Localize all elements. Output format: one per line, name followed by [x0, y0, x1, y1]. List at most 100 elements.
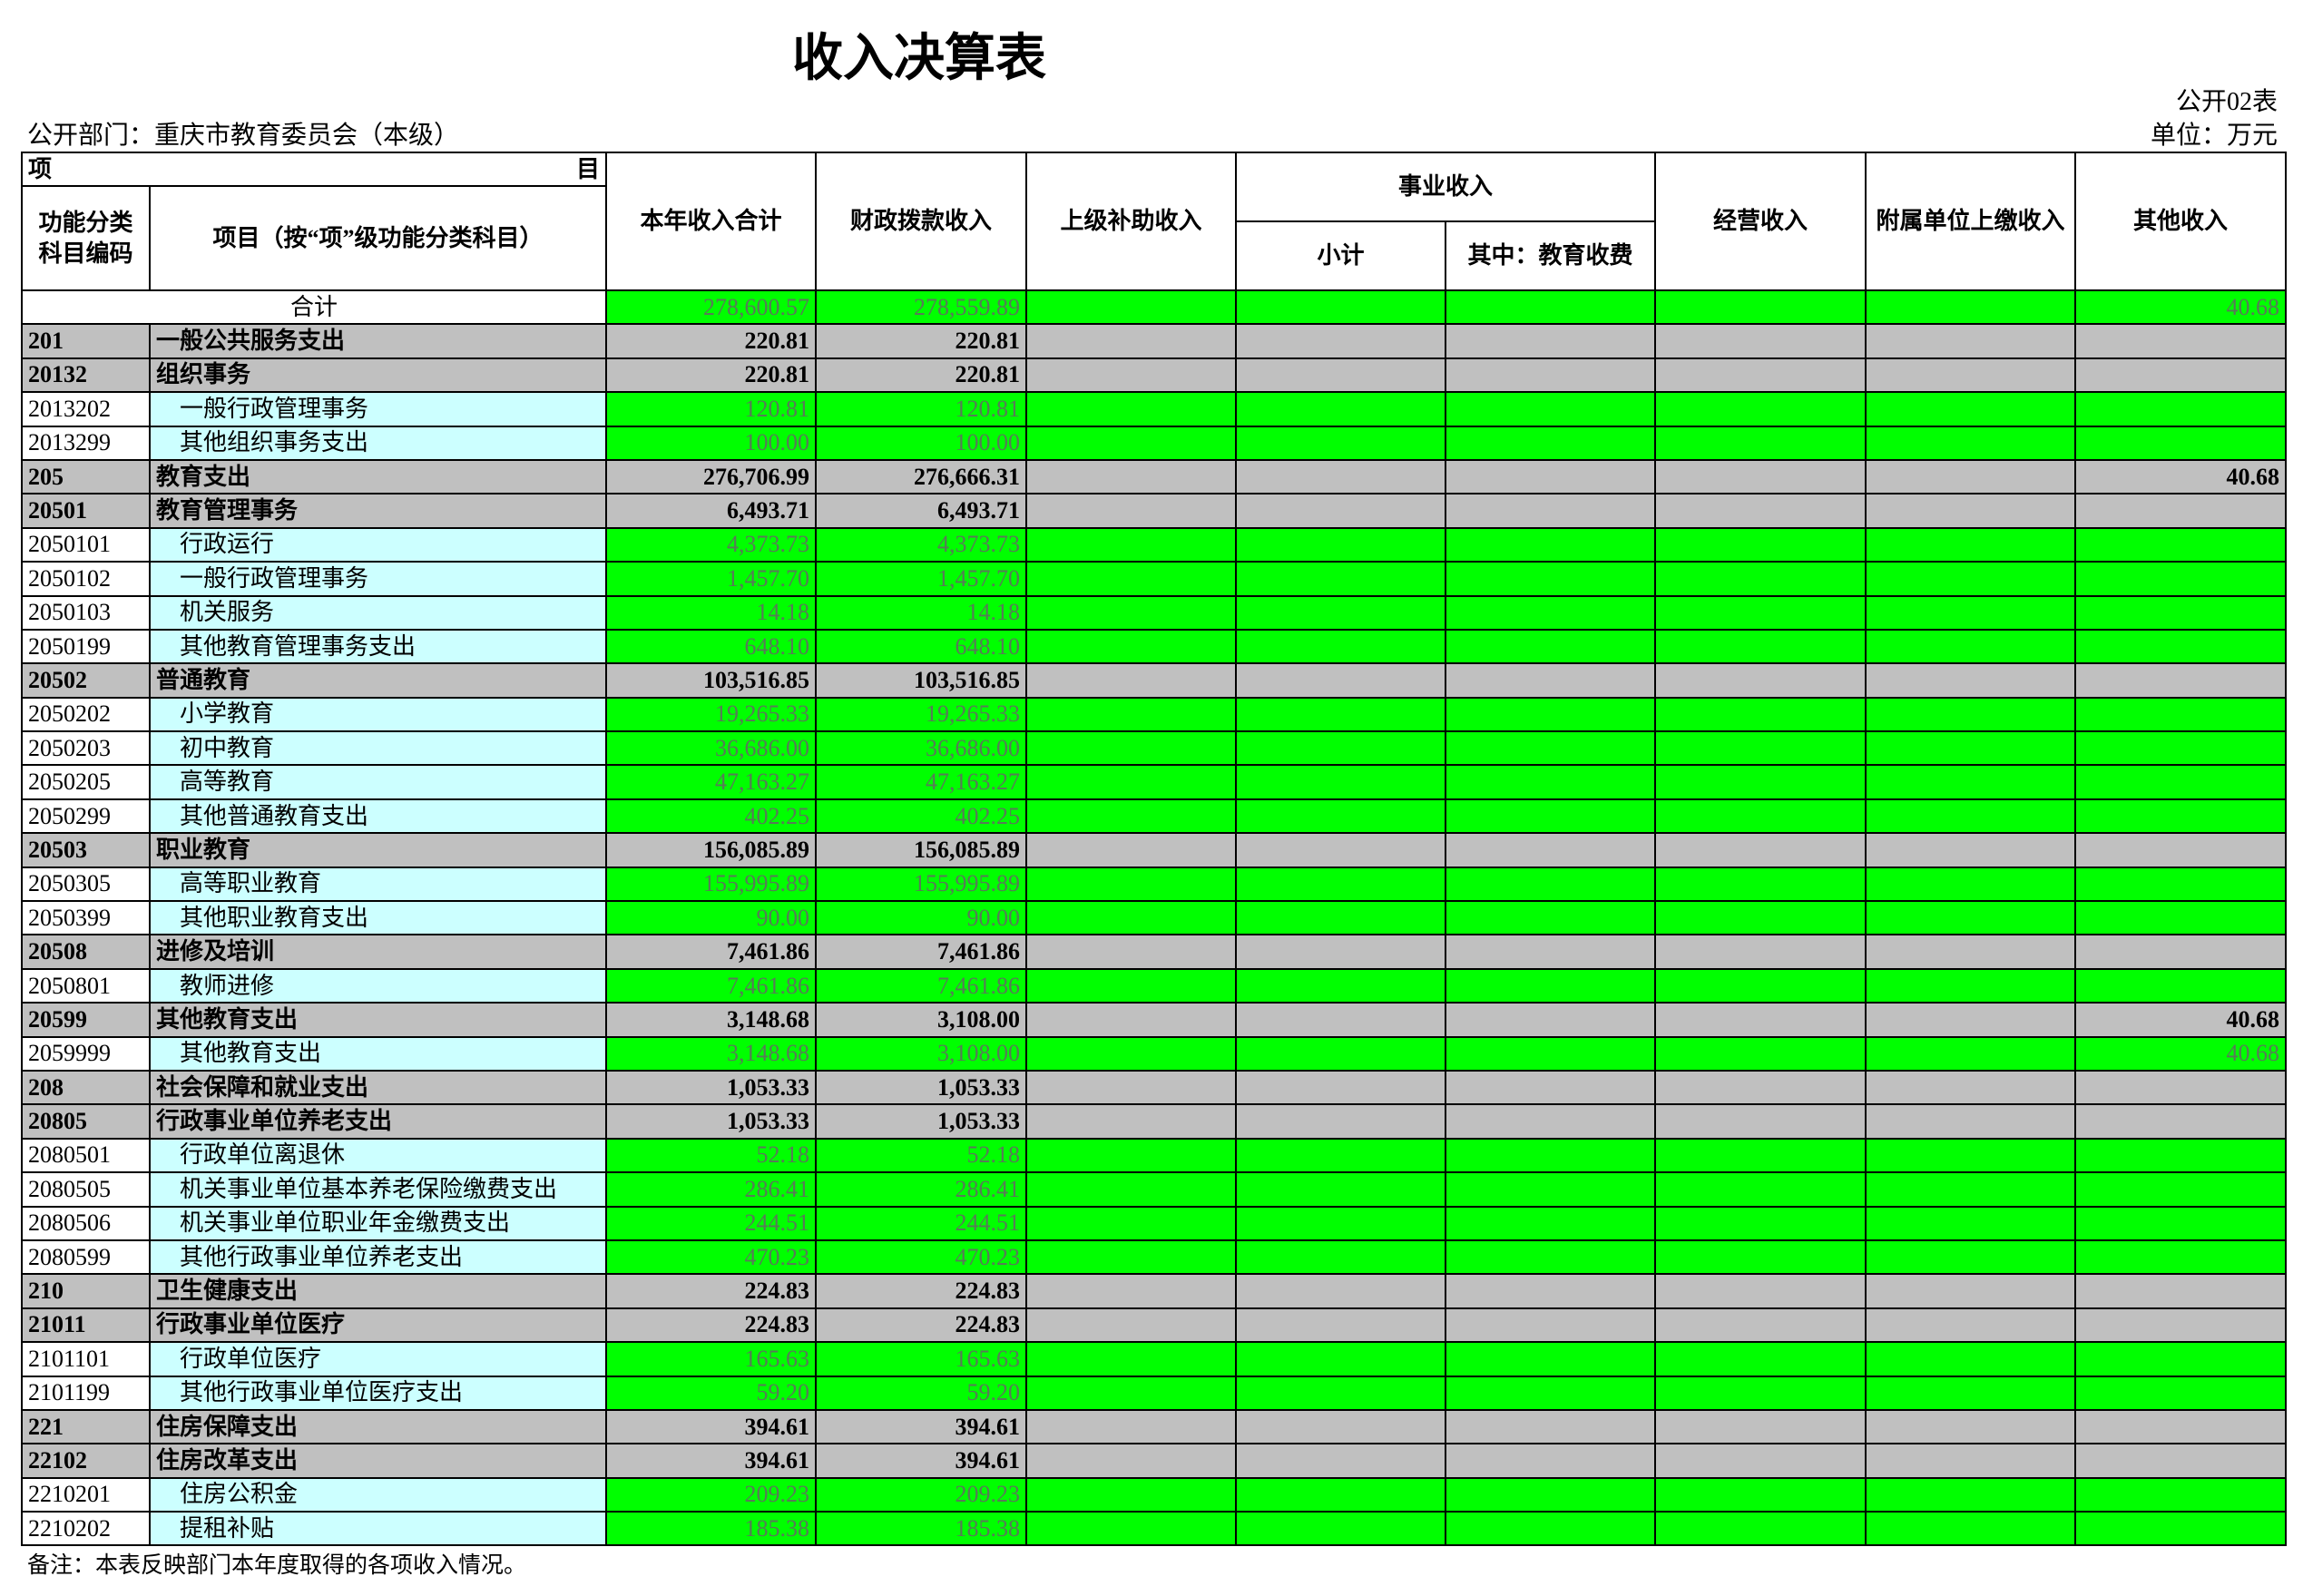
business-subtotal-cell	[1235, 696, 1446, 733]
subject-name-cell: 其他教育支出	[149, 1002, 607, 1038]
category-row: 20508 进修及培训 7,461.86 7,461.86	[21, 934, 2288, 970]
business-subtotal-cell	[1235, 1443, 1446, 1479]
affiliated-remittance-cell	[1865, 1476, 2077, 1513]
subject-code-cell: 2013299	[21, 425, 151, 461]
business-subtotal-cell	[1235, 594, 1446, 631]
business-subtotal-cell	[1235, 1375, 1446, 1411]
subject-name-cell: 其他组织事务支出	[149, 425, 607, 461]
table-row: 2050399 其他职业教育支出 90.00 90.00	[21, 900, 2288, 936]
affiliated-remittance-cell	[1865, 967, 2077, 1004]
other-income-cell	[2074, 561, 2288, 597]
operating-income-cell	[1654, 1476, 1867, 1513]
fiscal-appropriation-cell: 156,085.89	[815, 832, 1027, 868]
subject-name-header: 项目（按“项”级功能分类科目）	[149, 185, 607, 291]
affiliated-remittance-cell	[1865, 832, 2077, 868]
total-income-cell: 276,706.99	[605, 458, 817, 495]
affiliated-remittance-cell	[1865, 866, 2077, 903]
subject-code-cell: 208	[21, 1069, 151, 1106]
fiscal-appropriation-cell: 185.38	[815, 1511, 1027, 1547]
table-header: 项 目 本年收入合计 财政拨款收入 上级补助收入 事业收入 经营收入 附属单位上…	[21, 152, 2288, 291]
business-subtotal-cell	[1235, 526, 1446, 563]
fiscal-appropriation-cell: 120.81	[815, 391, 1027, 427]
subject-code-cell: 2210202	[21, 1511, 151, 1547]
superior-subsidy-cell	[1025, 798, 1237, 835]
other-income-cell: 40.68	[2074, 1002, 2288, 1038]
affiliated-remittance-cell	[1865, 1375, 2077, 1411]
affiliated-remittance-cell	[1865, 323, 2077, 359]
superior-subsidy-cell	[1025, 967, 1237, 1004]
total-income-cell: 156,085.89	[605, 832, 817, 868]
affiliated-remittance-cell	[1865, 526, 2077, 563]
business-subtotal-cell	[1235, 628, 1446, 665]
business-subtotal-cell	[1235, 730, 1446, 767]
total-income-cell: 59.20	[605, 1375, 817, 1411]
education-fees-cell	[1444, 1307, 1657, 1344]
operating-income-cell	[1654, 323, 1867, 359]
total-income-cell: 286.41	[605, 1171, 817, 1208]
business-subtotal-cell	[1235, 1341, 1446, 1377]
operating-income-cell	[1654, 967, 1867, 1004]
subject-code-cell: 2050205	[21, 764, 151, 800]
business-subtotal-cell	[1235, 1103, 1446, 1140]
item-header-right: 目	[575, 155, 600, 182]
superior-subsidy-cell	[1025, 1103, 1237, 1140]
subject-name-cell: 行政运行	[149, 526, 607, 563]
fiscal-appropriation-cell: 209.23	[815, 1476, 1027, 1513]
table-row: 2013299 其他组织事务支出 100.00 100.00	[21, 425, 2288, 461]
affiliated-remittance-cell	[1865, 1443, 2077, 1479]
total-income-cell: 470.23	[605, 1239, 817, 1276]
operating-income-cell	[1654, 900, 1867, 936]
fiscal-appropriation-cell: 3,108.00	[815, 1002, 1027, 1038]
education-fees-cell	[1444, 391, 1657, 427]
business-subtotal-cell	[1235, 934, 1446, 970]
superior-subsidy-cell	[1025, 1069, 1237, 1106]
other-income-cell	[2074, 357, 2288, 394]
superior-subsidy-cell	[1025, 1205, 1237, 1241]
category-row: 20501 教育管理事务 6,493.71 6,493.71	[21, 493, 2288, 529]
affiliated-remittance-cell	[1865, 1205, 2077, 1241]
total-income-cell: 103,516.85	[605, 662, 817, 699]
superior-subsidy-cell	[1025, 391, 1237, 427]
table-row: 2210202 提租补贴 185.38 185.38	[21, 1511, 2288, 1547]
table-row: 2080599 其他行政事业单位养老支出 470.23 470.23	[21, 1239, 2288, 1276]
subject-code-cell: 2080599	[21, 1239, 151, 1276]
subject-name-cell: 住房保障支出	[149, 1408, 607, 1445]
total-superior-subsidy-cell	[1025, 289, 1237, 326]
subject-name-cell: 一般行政管理事务	[149, 391, 607, 427]
other-income-cell	[2074, 764, 2288, 800]
education-fees-cell	[1444, 594, 1657, 631]
other-income-cell	[2074, 1476, 2288, 1513]
affiliated-remittance-cell	[1865, 628, 2077, 665]
total-income-cell: 165.63	[605, 1341, 817, 1377]
subject-name-cell: 其他教育支出	[149, 1035, 607, 1072]
total-income-cell: 648.10	[605, 628, 817, 665]
category-row: 20599 其他教育支出 3,148.68 3,108.00 40.68	[21, 1002, 2288, 1038]
education-fees-cell	[1444, 1137, 1657, 1174]
education-fees-cell	[1444, 866, 1657, 903]
education-fees-cell	[1444, 798, 1657, 835]
other-income-cell: 40.68	[2074, 1035, 2288, 1072]
fiscal-appropriation-header: 财政拨款收入	[815, 152, 1027, 291]
operating-income-cell	[1654, 425, 1867, 461]
affiliated-remittance-cell	[1865, 662, 2077, 699]
superior-subsidy-cell	[1025, 323, 1237, 359]
total-income-cell: 244.51	[605, 1205, 817, 1241]
total-other-income-cell: 40.68	[2074, 289, 2288, 326]
other-income-cell	[2074, 934, 2288, 970]
fiscal-appropriation-cell: 52.18	[815, 1137, 1027, 1174]
subject-name-cell: 行政事业单位医疗	[149, 1307, 607, 1344]
education-fees-cell	[1444, 764, 1657, 800]
total-income-cell: 394.61	[605, 1443, 817, 1479]
other-income-cell	[2074, 1375, 2288, 1411]
business-subtotal-cell	[1235, 1002, 1446, 1038]
total-income-header: 本年收入合计	[605, 152, 817, 291]
category-row: 22102 住房改革支出 394.61 394.61	[21, 1443, 2288, 1479]
affiliated-remittance-cell	[1865, 458, 2077, 495]
operating-income-cell	[1654, 832, 1867, 868]
business-subtotal-cell	[1235, 493, 1446, 529]
table-row: 2050203 初中教育 36,686.00 36,686.00	[21, 730, 2288, 767]
affiliated-remittance-cell	[1865, 1307, 2077, 1344]
fiscal-appropriation-cell: 220.81	[815, 323, 1027, 359]
operating-income-cell	[1654, 1103, 1867, 1140]
table-row: 2101199 其他行政事业单位医疗支出 59.20 59.20	[21, 1375, 2288, 1411]
